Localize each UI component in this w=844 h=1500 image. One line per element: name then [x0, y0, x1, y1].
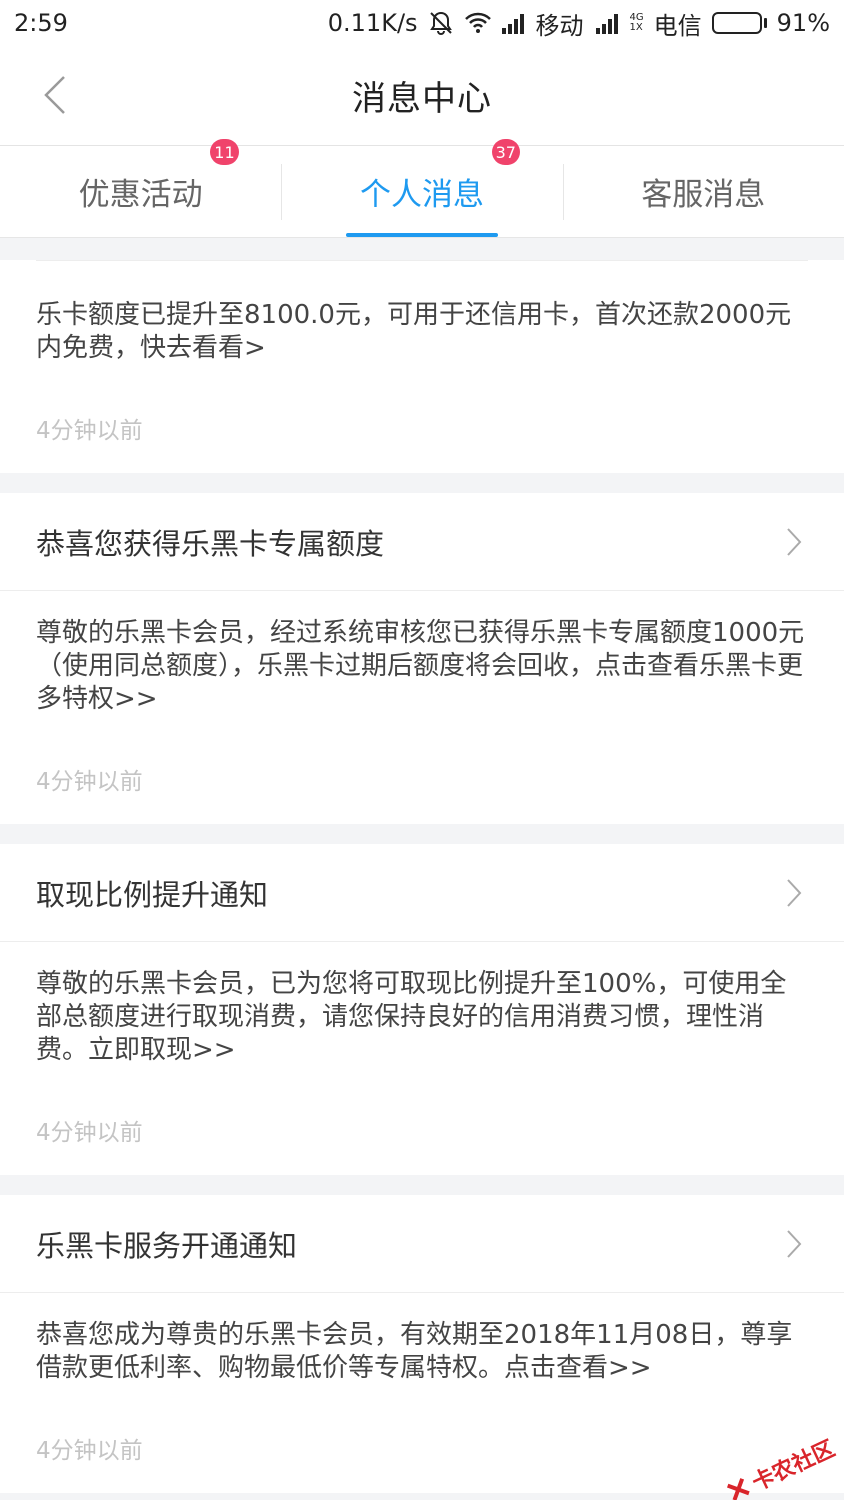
active-tab-indicator	[345, 233, 498, 237]
chevron-left-icon	[44, 76, 65, 114]
message-text: 恭喜您成为尊贵的乐黑卡会员，有效期至2018年11月08日，尊享借款更低利率、购…	[36, 1320, 793, 1383]
message-time: 4分钟以前	[36, 418, 143, 444]
wifi-icon	[464, 10, 491, 36]
tab-bar: 优惠活动 11 个人消息 37 客服消息	[0, 139, 844, 238]
tab-label: 个人消息 37	[359, 139, 520, 214]
carrier-2: 电信	[653, 11, 702, 40]
battery-body	[711, 12, 762, 34]
tab-label-text: 个人消息	[359, 177, 484, 213]
tab-label-text: 客服消息	[641, 177, 766, 213]
message-body[interactable]: 乐卡额度已提升至8100.0元，可用于还信用卡，首次还款2000元内免费，快去看…	[0, 261, 844, 473]
network-type: 4G 1X	[630, 13, 644, 33]
tab-label: 优惠活动 11	[78, 139, 239, 214]
message-text: 乐卡额度已提升至8100.0元，可用于还信用卡，首次还款2000元内免费，快去看…	[36, 300, 792, 363]
tab-personal[interactable]: 个人消息 37	[281, 139, 562, 237]
message-card[interactable]: 乐卡额度已提升至8100.0元，可用于还信用卡，首次还款2000元内免费，快去看…	[0, 260, 844, 473]
message-time: 4分钟以前	[36, 1120, 143, 1146]
message-title: 恭喜您获得乐黑卡专属额度	[36, 526, 385, 561]
unread-badge: 11	[210, 139, 239, 165]
tab-label: 客服消息	[641, 169, 765, 214]
signal-icon-2	[594, 10, 620, 36]
page-title: 消息中心	[352, 79, 492, 119]
message-text: 尊敬的乐黑卡会员，已为您将可取现比例提升至100%，可使用全部总额度进行取现消费…	[36, 969, 787, 1065]
battery-icon	[711, 12, 767, 34]
chevron-right-icon	[780, 1229, 808, 1258]
battery-percent: 91%	[776, 9, 830, 37]
status-bar: 2:59 0.11K/s 移动 4G 1X 电信 91%	[0, 0, 844, 46]
message-time: 4分钟以前	[36, 769, 143, 795]
message-body[interactable]: 尊敬的乐黑卡会员，已为您将可取现比例提升至100%，可使用全部总额度进行取现消费…	[0, 942, 844, 1175]
header: 消息中心	[0, 46, 844, 146]
chevron-right-icon	[780, 527, 808, 556]
status-time: 2:59	[14, 9, 68, 37]
message-list[interactable]: 乐卡额度已提升至8100.0元，可用于还信用卡，首次还款2000元内免费，快去看…	[0, 238, 844, 1500]
message-card[interactable]: 乐黑卡服务开通通知 恭喜您成为尊贵的乐黑卡会员，有效期至2018年11月08日，…	[0, 1195, 844, 1493]
message-body[interactable]: 恭喜您成为尊贵的乐黑卡会员，有效期至2018年11月08日，尊享借款更低利率、购…	[0, 1293, 844, 1493]
bell-off-icon	[428, 10, 454, 36]
message-header[interactable]: 取现比例提升通知	[0, 844, 844, 942]
message-card[interactable]: 恭喜您获得乐黑卡专属额度 尊敬的乐黑卡会员，经过系统审核您已获得乐黑卡专属额度1…	[0, 493, 844, 824]
network-speed: 0.11K/s	[327, 9, 418, 37]
message-header[interactable]: 恭喜您获得乐黑卡专属额度	[0, 493, 844, 591]
unread-badge: 37	[491, 139, 520, 165]
tab-label-text: 优惠活动	[78, 177, 203, 213]
status-right: 0.11K/s 移动 4G 1X 电信 91%	[328, 6, 830, 41]
message-title: 乐黑卡服务开通通知	[36, 1228, 298, 1263]
message-card[interactable]: 取现比例提升通知 尊敬的乐黑卡会员，已为您将可取现比例提升至100%，可使用全部…	[0, 844, 844, 1175]
tab-promotions[interactable]: 优惠活动 11	[0, 139, 281, 237]
message-text: 尊敬的乐黑卡会员，经过系统审核您已获得乐黑卡专属额度1000元（使用同总额度），…	[36, 618, 805, 714]
signal-icon	[500, 10, 526, 36]
message-time: 4分钟以前	[36, 1438, 143, 1464]
carrier-1: 移动	[535, 11, 584, 40]
message-title: 取现比例提升通知	[36, 877, 269, 912]
message-header[interactable]: 乐黑卡服务开通通知	[0, 1195, 844, 1293]
message-body[interactable]: 尊敬的乐黑卡会员，经过系统审核您已获得乐黑卡专属额度1000元（使用同总额度），…	[0, 591, 844, 824]
tab-customer-service[interactable]: 客服消息	[562, 146, 844, 237]
back-button[interactable]	[30, 70, 80, 120]
battery-tip	[763, 18, 767, 28]
network-type-bottom: 1X	[629, 22, 643, 33]
chevron-right-icon	[780, 878, 808, 907]
